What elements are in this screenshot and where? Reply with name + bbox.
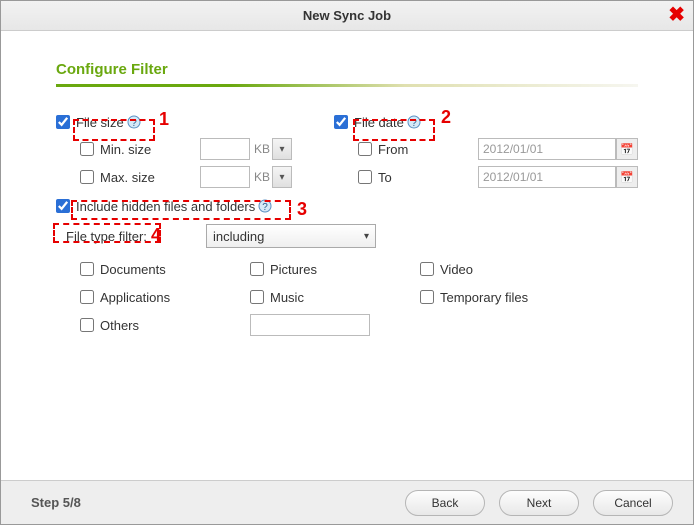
- type-pictures-label: Pictures: [270, 262, 317, 277]
- type-documents-label: Documents: [100, 262, 166, 277]
- minsize-input[interactable]: [200, 138, 250, 160]
- calendar-icon[interactable]: 📅: [616, 138, 638, 160]
- minsize-checkbox[interactable]: [80, 142, 94, 156]
- svg-text:?: ?: [411, 118, 417, 129]
- datefrom-checkbox[interactable]: [358, 142, 372, 156]
- window-title: New Sync Job: [303, 8, 391, 23]
- filetype-select-value: including: [213, 229, 264, 244]
- minsize-label: Min. size: [100, 142, 170, 157]
- chevron-down-icon: ▾: [280, 144, 285, 155]
- type-video-checkbox[interactable]: [420, 262, 434, 276]
- help-icon[interactable]: ?: [407, 115, 421, 129]
- maxsize-input[interactable]: [200, 166, 250, 188]
- minsize-unit-dropdown[interactable]: ▾: [272, 138, 292, 160]
- dateto-label: To: [378, 170, 438, 185]
- datefrom-label: From: [378, 142, 438, 157]
- svg-text:?: ?: [262, 202, 268, 213]
- next-button[interactable]: Next: [499, 490, 579, 516]
- type-applications-checkbox[interactable]: [80, 290, 94, 304]
- content-area: Configure Filter File size ? Min. size K: [1, 31, 693, 339]
- hidden-label: Include hidden files and folders: [76, 199, 255, 214]
- filetype-label: File type filter:: [66, 229, 206, 244]
- type-documents-checkbox[interactable]: [80, 262, 94, 276]
- filedate-label: File date: [354, 115, 404, 130]
- type-music-checkbox[interactable]: [250, 290, 264, 304]
- type-temp-checkbox[interactable]: [420, 290, 434, 304]
- hidden-checkbox[interactable]: [56, 199, 70, 213]
- dialog-window: New Sync Job ✖ Configure Filter File siz…: [0, 0, 694, 525]
- dateto-checkbox[interactable]: [358, 170, 372, 184]
- titlebar: New Sync Job ✖: [1, 1, 693, 31]
- help-icon[interactable]: ?: [127, 115, 141, 129]
- maxsize-unit-dropdown[interactable]: ▾: [272, 166, 292, 188]
- type-video-label: Video: [440, 262, 473, 277]
- cancel-button[interactable]: Cancel: [593, 490, 673, 516]
- section-title: Configure Filter: [56, 61, 638, 78]
- step-indicator: Step 5/8: [31, 495, 81, 510]
- chevron-down-icon: ▾: [364, 231, 369, 242]
- type-music-label: Music: [270, 290, 304, 305]
- type-others-label: Others: [100, 318, 139, 333]
- footer: Step 5/8 Back Next Cancel: [1, 480, 693, 524]
- help-icon[interactable]: ?: [258, 199, 272, 213]
- maxsize-label: Max. size: [100, 170, 170, 185]
- filesize-label: File size: [76, 115, 124, 130]
- datefrom-input[interactable]: [478, 138, 616, 160]
- chevron-down-icon: ▾: [280, 172, 285, 183]
- filetype-select[interactable]: including ▾: [206, 224, 376, 248]
- type-temp-label: Temporary files: [440, 290, 528, 305]
- type-others-checkbox[interactable]: [80, 318, 94, 332]
- type-pictures-checkbox[interactable]: [250, 262, 264, 276]
- close-icon[interactable]: ✖: [668, 5, 685, 25]
- minsize-unit: KB: [254, 142, 270, 156]
- back-button[interactable]: Back: [405, 490, 485, 516]
- maxsize-checkbox[interactable]: [80, 170, 94, 184]
- section-rule: [56, 84, 638, 87]
- svg-text:?: ?: [131, 118, 137, 129]
- maxsize-unit: KB: [254, 170, 270, 184]
- filedate-checkbox[interactable]: [334, 115, 348, 129]
- type-others-input[interactable]: [250, 314, 370, 336]
- type-applications-label: Applications: [100, 290, 170, 305]
- calendar-icon[interactable]: 📅: [616, 166, 638, 188]
- filesize-checkbox[interactable]: [56, 115, 70, 129]
- dateto-input[interactable]: [478, 166, 616, 188]
